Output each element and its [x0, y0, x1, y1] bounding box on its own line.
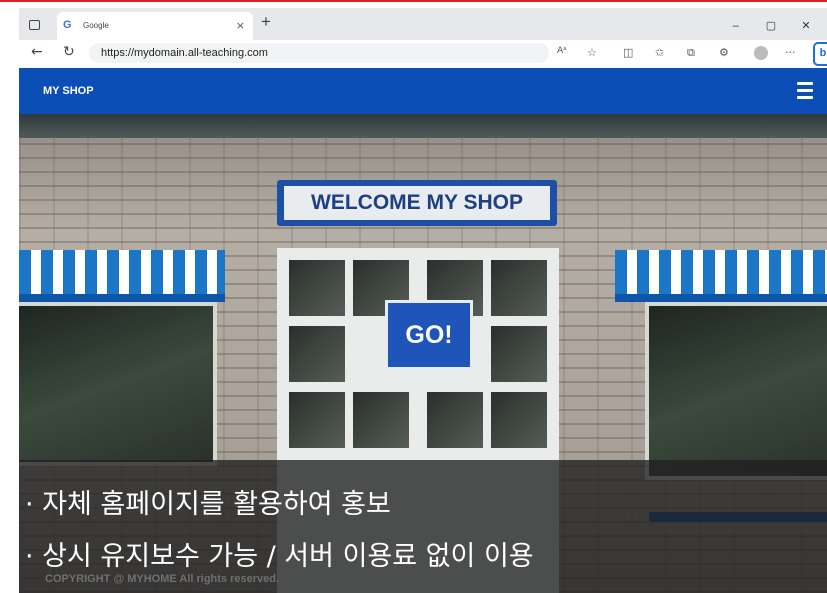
hamburger-menu-icon[interactable]: [797, 82, 813, 103]
google-favicon-icon: G: [63, 19, 72, 31]
footer-copyright: COPYRIGHT @ MYHOME All rights reserved.: [45, 573, 280, 585]
storefront-hero: WELCOME MY SHOP GO! · 자체 홈페이지를 활용하여 홍보 ·…: [19, 114, 827, 593]
more-menu-button[interactable]: ···: [785, 46, 796, 59]
roof-eave: [19, 114, 827, 138]
collections-icon[interactable]: ⧉: [687, 46, 695, 60]
profile-icon[interactable]: [754, 46, 768, 60]
welcome-sign-text: WELCOME MY SHOP: [311, 191, 523, 214]
welcome-sign: WELCOME MY SHOP: [277, 180, 557, 226]
go-button-label: GO!: [405, 320, 453, 349]
window-controls: – ▢ ✕: [721, 14, 821, 33]
left-window: [19, 302, 217, 466]
read-aloud-icon[interactable]: Aᵃ: [557, 46, 567, 56]
tabs-icon[interactable]: [29, 20, 40, 30]
url-field[interactable]: https://mydomain.all-teaching.com: [89, 43, 549, 63]
caption-line-1: · 자체 홈페이지를 활용하여 홍보: [25, 489, 391, 520]
minimize-button[interactable]: –: [721, 20, 751, 32]
maximize-button[interactable]: ▢: [756, 19, 786, 32]
site-brand[interactable]: MY SHOP: [43, 85, 94, 97]
address-bar-row: ← ↻ https://mydomain.all-teaching.com Aᵃ…: [19, 40, 827, 69]
new-tab-button[interactable]: +: [261, 12, 271, 32]
url-text: https://mydomain.all-teaching.com: [101, 47, 268, 59]
right-awning: [615, 250, 827, 296]
tab-google[interactable]: G Google ×: [57, 12, 253, 40]
bing-icon[interactable]: b: [813, 42, 827, 66]
left-awning: [19, 250, 225, 296]
right-window: [645, 302, 827, 480]
tab-close-icon[interactable]: ×: [236, 19, 245, 32]
browser-window: G Google × + – ▢ ✕ ← ↻ https://mydomain.…: [19, 8, 827, 593]
site-header: MY SHOP: [19, 68, 827, 114]
caption-line-2: · 상시 유지보수 가능 / 서버 이용료 없이 이용: [25, 541, 534, 572]
back-arrow-icon[interactable]: ←: [31, 44, 43, 60]
split-screen-icon[interactable]: ◫: [623, 46, 633, 59]
favorite-icon[interactable]: ☆: [587, 46, 597, 59]
tab-title: Google: [83, 21, 109, 30]
refresh-icon[interactable]: ↻: [63, 44, 75, 60]
favorites-bar-icon[interactable]: ✩: [655, 46, 664, 59]
accent-line: [0, 0, 827, 2]
close-window-button[interactable]: ✕: [791, 19, 821, 32]
tab-strip: G Google × + – ▢ ✕: [19, 8, 827, 40]
extensions-icon[interactable]: ⚙: [719, 46, 729, 59]
go-button[interactable]: GO!: [385, 300, 473, 370]
